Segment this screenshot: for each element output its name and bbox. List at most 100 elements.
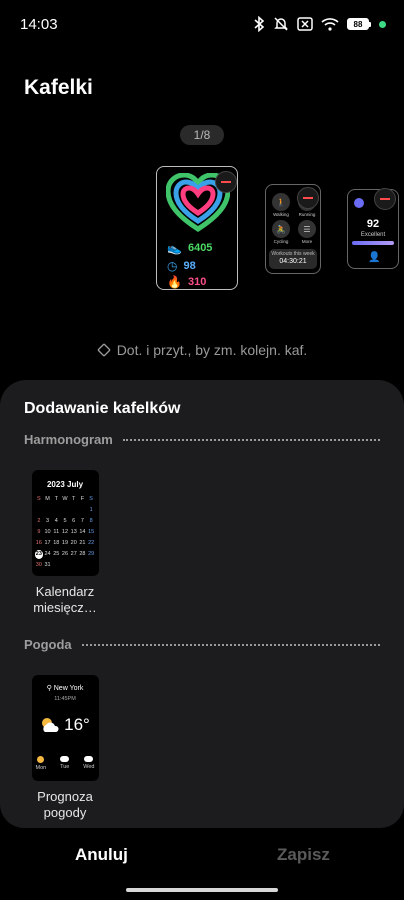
calendar-day: 8 (89, 518, 93, 524)
calendar-day: 21 (79, 540, 86, 546)
calendar-day: 18 (53, 540, 60, 546)
tiles-carousel[interactable]: 👟 6405 ◷ 98 🔥 310 🚶Walking 🏃Running 🚴Cyc… (0, 165, 404, 295)
remove-tile-icon[interactable] (374, 188, 396, 210)
flame-icon: 🔥 (167, 275, 182, 289)
workout-more: ☰ More (296, 220, 318, 244)
workout-cycling: 🚴 Cycling (270, 220, 292, 244)
calendar-blank (52, 506, 61, 515)
calendar-weekday: S (37, 496, 41, 502)
home-indicator[interactable] (126, 888, 278, 892)
section-header-weather: Pogoda (24, 637, 380, 652)
calendar-day: 15 (88, 529, 95, 535)
privacy-indicator (379, 20, 386, 28)
calendar-weekday: T (72, 496, 76, 502)
remove-tile-icon[interactable] (215, 171, 237, 193)
save-button[interactable]: Zapisz (277, 845, 330, 865)
calendar-weekday: W (62, 496, 68, 502)
calendar-day: 1 (89, 507, 93, 513)
calendar-day: 27 (70, 551, 77, 557)
action-bar: Anuluj Zapisz (0, 840, 404, 872)
calendar-day: 13 (70, 529, 77, 535)
calendar-weekday: S (89, 496, 93, 502)
bluetooth-icon (254, 16, 265, 32)
calendar-day: 22 (88, 540, 95, 546)
calendar-day: 29 (88, 551, 95, 557)
location-pin-icon: ⚲ (46, 685, 54, 692)
calendar-weekday: T (54, 496, 58, 502)
calendar-day: 24 (44, 551, 51, 557)
tile-option-label: Kalendarz miesięcz… (33, 584, 97, 615)
tile-option-weather[interactable]: ⚲ New York 11:45PM 16° Mon Tue Wed Progn… (20, 675, 110, 821)
minutes-row: ◷ 98 (167, 259, 196, 273)
page-indicator: 1/8 (180, 125, 224, 145)
drag-move-icon (97, 343, 111, 357)
status-bar: 14:03 88 (0, 0, 404, 48)
calendar-weekday: F (80, 496, 85, 502)
steps-value: 6405 (187, 242, 213, 254)
partly-cloudy-icon (42, 718, 59, 732)
status-icons: 88 (253, 14, 386, 34)
calendar-day: 4 (54, 518, 58, 524)
calendar-day: 6 (72, 518, 76, 524)
reorder-hint: Dot. i przyt., by zm. kolejn. kaf. (0, 342, 404, 358)
calendar-day: 20 (70, 540, 77, 546)
tile-option-calendar[interactable]: 2023 July S M T W T F S 1 2 3 4 5 6 7 8 9 10 11 12 13 14 15 16… (20, 470, 110, 616)
calendar-day: 19 (61, 540, 69, 546)
weather-thumbnail: ⚲ New York 11:45PM 16° Mon Tue Wed (31, 675, 99, 781)
workout-walking: 🚶 Walking (270, 193, 292, 217)
calendar-blank (35, 506, 44, 515)
forecast-days: Mon Tue Wed (36, 756, 95, 771)
forecast-day: Tue (60, 756, 69, 771)
walking-icon: 🚶 (272, 193, 290, 211)
weather-city: ⚲ New York (46, 685, 84, 692)
cloud-icon (60, 756, 70, 762)
cancel-button[interactable]: Anuluj (75, 845, 128, 865)
moon-icon (354, 198, 364, 208)
calendar-blank (78, 506, 87, 515)
weather-temp: 16° (32, 715, 99, 735)
sleep-bar (352, 241, 394, 245)
forecast-day: Mon (36, 756, 46, 771)
shoe-icon: 👟 (167, 241, 182, 255)
silent-icon (274, 17, 288, 31)
tile-activity[interactable]: 👟 6405 ◷ 98 🔥 310 (156, 166, 238, 290)
calendar-day: 30 (35, 562, 42, 568)
remove-tile-icon[interactable] (297, 187, 319, 209)
weather-time: 11:45PM (54, 696, 76, 702)
add-tiles-sheet: Dodawanie kafelków Harmonogram 2023 July… (0, 380, 404, 828)
section-header-schedule: Harmonogram (24, 432, 380, 447)
calories-value: 310 (187, 276, 207, 288)
calendar-day: 25 (53, 551, 60, 557)
calendar-day: 5 (63, 518, 67, 524)
minutes-value: 98 (183, 260, 196, 272)
calendar-day: 11 (53, 529, 60, 535)
sheet-title: Dodawanie kafelków (24, 400, 181, 417)
calendar-day: 16 (35, 540, 42, 546)
tile-option-label: Prognoza pogody (37, 789, 93, 820)
calendar-weekday: M (45, 496, 50, 502)
calendar-blank (43, 506, 52, 515)
sun-icon (37, 756, 45, 763)
calendar-blank (69, 506, 78, 515)
wifi-icon (321, 18, 339, 31)
sleep-score: 92 (366, 218, 380, 230)
tile-sleep[interactable]: 92 Excellent 👤 (347, 188, 399, 269)
sleep-status: Excellent (360, 232, 386, 238)
cloud-icon (84, 756, 94, 762)
calendar-blank (61, 506, 70, 515)
calendar-day: 3 (46, 518, 50, 524)
calories-row: 🔥 310 (167, 275, 206, 289)
calendar-thumbnail: 2023 July S M T W T F S 1 2 3 4 5 6 7 8 9 10 11 12 13 14 15 16… (31, 470, 99, 576)
calendar-day: 23 (34, 550, 44, 559)
calendar-day: 14 (79, 529, 86, 535)
hint-text: Dot. i przyt., by zm. kolejn. kaf. (116, 342, 308, 358)
tile-workout[interactable]: 🚶Walking 🏃Running 🚴Cycling ☰More Workout… (265, 184, 321, 274)
calendar-day: 26 (61, 551, 69, 557)
calendar-day: 9 (37, 529, 41, 535)
calendar-grid: S M T W T F S 1 2 3 4 5 6 7 8 9 10 11 12 13 14 15 16 17 18 19 20 21… (34, 495, 96, 570)
calendar-day: 17 (44, 540, 51, 546)
calendar-day: 28 (79, 551, 86, 557)
forecast-day: Wed (83, 756, 94, 771)
calendar-month: 2023 July (46, 480, 84, 489)
page-title: Kafelki (24, 76, 93, 99)
